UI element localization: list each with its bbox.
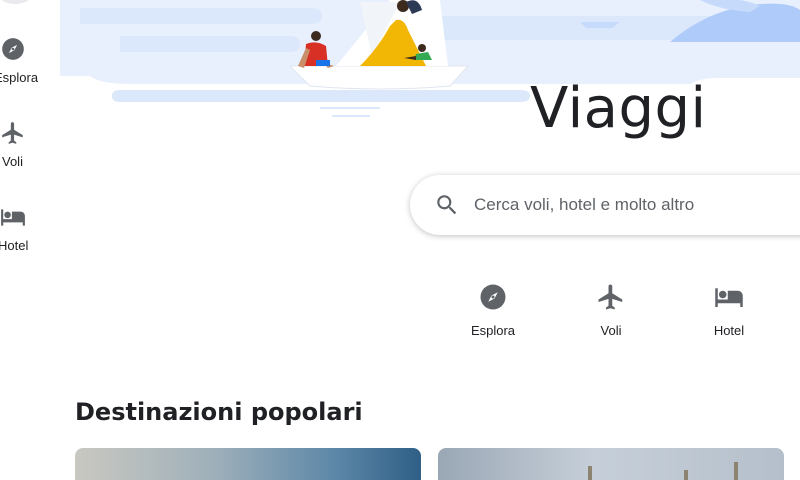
cathedral-spire-shape [734,462,738,480]
search-box[interactable]: Cerca voli, hotel e molto altro [410,175,800,235]
nav-rail: Esplora Voli Hotel [0,0,60,480]
bed-icon [714,282,744,312]
category-voli[interactable]: Voli [566,282,656,352]
compass-icon [478,282,508,312]
search-input[interactable]: Cerca voli, hotel e molto altro [474,195,694,215]
section-title-popular: Destinazioni popolari [75,398,363,426]
rail-item-label: Esplora [0,70,39,85]
rail-top-avatar[interactable] [0,0,32,4]
destination-card[interactable] [75,448,421,480]
cathedral-spire-shape [588,466,592,480]
bed-icon [0,204,28,232]
destination-card[interactable] [438,448,784,480]
airplane-icon [0,120,28,148]
compass-icon [0,36,28,64]
category-esplora[interactable]: Esplora [448,282,538,352]
rail-item-label: Voli [2,154,23,169]
rail-item-label: Hotel [0,238,29,253]
page-title: Viaggi [530,76,707,141]
cathedral-spire-shape [684,470,688,480]
airplane-icon [596,282,626,312]
category-label: Voli [600,323,622,338]
rail-item-voli[interactable]: Voli [0,120,60,180]
category-label: Hotel [713,323,745,338]
rail-item-hotel[interactable]: Hotel [0,204,60,264]
category-hotel[interactable]: Hotel [684,282,774,352]
category-label: Esplora [470,323,516,338]
search-icon [434,192,460,218]
rail-item-esplora[interactable]: Esplora [0,36,60,96]
